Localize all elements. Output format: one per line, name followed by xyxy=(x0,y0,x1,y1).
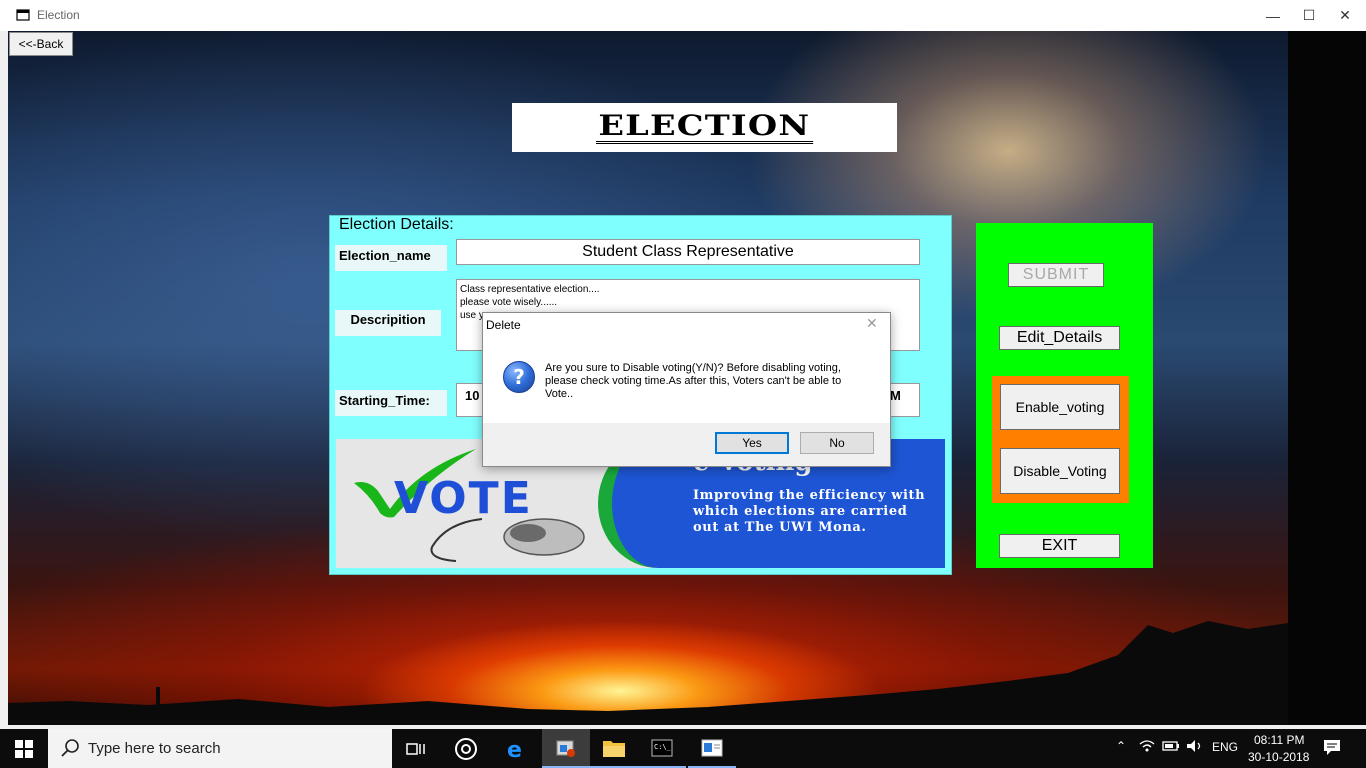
election-header: ELECTION xyxy=(512,103,897,152)
description-line: Class representative election.... xyxy=(460,284,600,295)
starting-time-value: 10 xyxy=(465,388,480,403)
exit-button[interactable]: EXIT xyxy=(999,534,1120,558)
window-titlebar[interactable] xyxy=(0,0,1366,32)
question-icon: ? xyxy=(503,361,535,393)
edit-details-button[interactable]: Edit_Details xyxy=(999,326,1120,350)
command-prompt-icon[interactable]: C:\_ xyxy=(638,729,686,768)
window-app-icon[interactable] xyxy=(688,729,736,768)
no-button[interactable]: No xyxy=(800,432,874,454)
submit-button[interactable]: SUBMIT xyxy=(1008,263,1104,287)
volume-icon[interactable] xyxy=(1186,739,1204,756)
dialog-message: Are you sure to Disable voting(Y/N)? Bef… xyxy=(545,362,842,400)
page-title: ELECTION xyxy=(596,111,813,144)
election-name-field[interactable]: Student Class Representative xyxy=(456,239,920,265)
starting-time-label: Starting_Time: xyxy=(335,390,447,416)
svg-text:C:\_: C:\_ xyxy=(654,743,672,751)
svg-text:e: e xyxy=(507,738,522,760)
clock-date[interactable]: 30-10-2018 xyxy=(1248,750,1309,764)
back-button[interactable]: <<-Back xyxy=(9,32,73,56)
windows-start-icon[interactable] xyxy=(0,729,48,768)
file-explorer-icon[interactable] xyxy=(590,729,638,768)
window-title: Election xyxy=(37,8,80,22)
yes-button[interactable]: Yes xyxy=(715,432,789,454)
description-label: Descripition xyxy=(335,310,441,336)
silhouette-landscape xyxy=(8,621,1288,725)
enable-voting-button[interactable]: Enable_voting xyxy=(1000,384,1120,430)
media-app-icon[interactable] xyxy=(442,729,490,768)
election-app-taskbar-icon[interactable] xyxy=(542,729,590,768)
disable-voting-button[interactable]: Disable_Voting xyxy=(1000,448,1120,494)
search-placeholder: Type here to search xyxy=(88,740,221,757)
description-line: please vote wisely...... xyxy=(460,297,558,308)
starting-time-suffix: M xyxy=(890,388,901,403)
task-view-icon[interactable] xyxy=(392,729,440,768)
mouse-icon xyxy=(430,518,585,562)
app-icon xyxy=(16,9,30,21)
language-indicator[interactable]: ENG xyxy=(1212,740,1238,754)
close-icon[interactable]: ✕ xyxy=(1322,0,1366,31)
battery-icon[interactable] xyxy=(1162,739,1180,756)
dialog-close-icon[interactable]: ✕ xyxy=(866,315,878,332)
window-left-edge xyxy=(0,31,8,725)
chevron-up-icon[interactable]: ⌃ xyxy=(1116,739,1126,753)
search-icon xyxy=(61,739,79,757)
dialog-title: Delete xyxy=(486,318,521,332)
dark-area xyxy=(1288,31,1366,725)
banner-text: Improving the efficiency with which elec… xyxy=(693,488,926,535)
details-legend: Election Details: xyxy=(337,216,456,234)
person-silhouette xyxy=(156,687,160,709)
notifications-icon[interactable] xyxy=(1322,738,1342,761)
election-name-label: Election_name xyxy=(335,245,447,271)
wifi-icon[interactable] xyxy=(1138,738,1156,757)
clock-time[interactable]: 08:11 PM xyxy=(1254,733,1304,747)
edge-browser-icon[interactable]: e xyxy=(492,729,540,768)
